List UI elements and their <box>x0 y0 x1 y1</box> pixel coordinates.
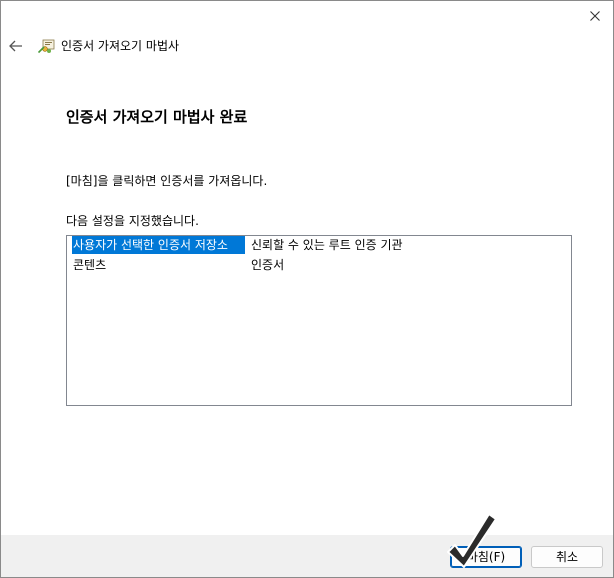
wizard-window: 인증서 가져오기 마법사 인증서 가져오기 마법사 완료 [마침]을 클릭하면 … <box>0 0 614 578</box>
setting-value: 신뢰할 수 있는 루트 인증 기관 <box>251 238 403 252</box>
close-button[interactable] <box>581 5 609 27</box>
finish-button[interactable]: 마침(F) <box>450 546 522 568</box>
setting-value: 인증서 <box>251 258 285 272</box>
arrow-left-icon <box>9 40 22 52</box>
settings-label: 다음 설정을 지정했습니다. <box>66 214 199 228</box>
instruction-text: [마침]을 클릭하면 인증서를 가져옵니다. <box>66 174 268 188</box>
settings-list[interactable]: 사용자가 선택한 인증서 저장소 신뢰할 수 있는 루트 인증 기관 콘텐츠 인… <box>66 235 572 406</box>
setting-key: 콘텐츠 <box>73 258 107 272</box>
page-heading: 인증서 가져오기 마법사 완료 <box>66 108 248 126</box>
button-bar: 마침(F) 취소 <box>1 535 613 577</box>
cancel-button[interactable]: 취소 <box>531 546 603 568</box>
wizard-title: 인증서 가져오기 마법사 <box>61 39 180 53</box>
close-icon <box>590 11 600 21</box>
setting-key: 사용자가 선택한 인증서 저장소 <box>72 236 245 254</box>
back-button[interactable] <box>7 37 25 55</box>
certificate-wizard-icon <box>38 39 55 54</box>
